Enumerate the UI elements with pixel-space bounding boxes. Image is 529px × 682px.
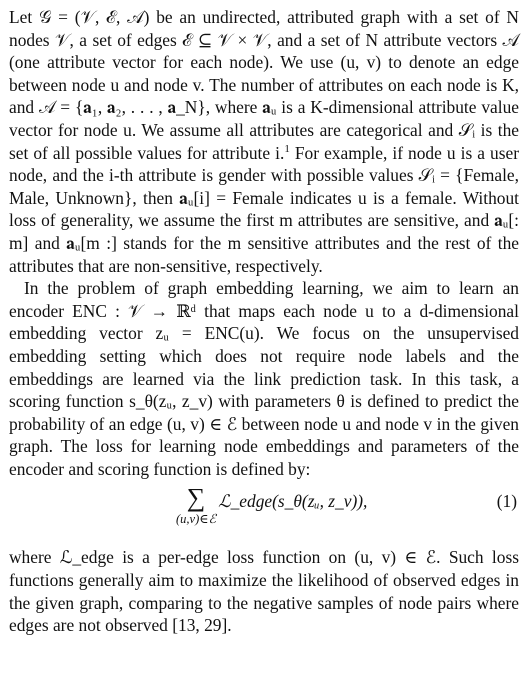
paragraph-graph-definition-text: Let 𝒢 = (𝒱, ℰ, 𝒜) be an undirected, attr… xyxy=(9,7,519,163)
paragraph-loss-description: where ℒ_edge is a per-edge loss function… xyxy=(9,547,519,636)
equation-number: (1) xyxy=(496,491,517,512)
paragraph-graph-definition: Let 𝒢 = (𝒱, ℰ, 𝒜) be an undirected, attr… xyxy=(9,6,519,277)
equation-expression: ℒ_edge(s_θ(zᵤ, z_v)), xyxy=(218,491,368,512)
summation: ∑ (u,v)∈ℰ xyxy=(176,483,217,527)
paragraph-embedding-learning: In the problem of graph embedding learni… xyxy=(9,278,519,479)
summation-subscript: (u,v)∈ℰ xyxy=(176,512,217,527)
equation-body: ∑ (u,v)∈ℰ ℒ_edge(s_θ(zᵤ, z_v)), xyxy=(176,483,368,527)
equation-1: ∑ (u,v)∈ℰ ℒ_edge(s_θ(zᵤ, z_v)), (1) xyxy=(9,484,519,538)
paper-page: Let 𝒢 = (𝒱, ℰ, 𝒜) be an undirected, attr… xyxy=(0,0,529,682)
summation-symbol: ∑ xyxy=(186,483,206,513)
